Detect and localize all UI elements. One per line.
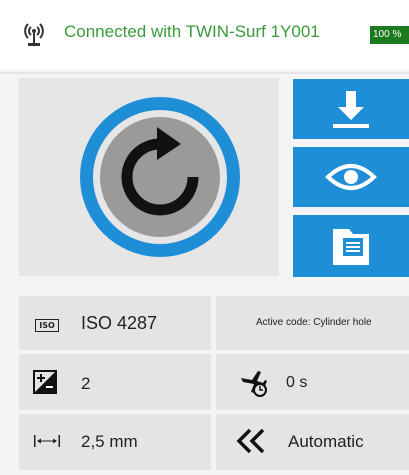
double-chevron-left-icon xyxy=(236,428,265,454)
plus-minus-icon xyxy=(33,370,57,394)
eye-icon xyxy=(325,164,377,190)
status-header: Connected with TWIN-Surf 1Y001 100 % xyxy=(0,0,409,70)
view-button[interactable] xyxy=(293,147,409,207)
length-label: 2,5 mm xyxy=(81,432,138,451)
folder-button[interactable] xyxy=(293,215,409,277)
refresh-icon[interactable] xyxy=(77,94,243,260)
iso-icon: ISO xyxy=(35,319,59,332)
standard-cell[interactable]: ISO ISO 4287 xyxy=(19,296,211,350)
length-cell[interactable]: 2,5 mm xyxy=(19,414,211,470)
count-cell[interactable]: 2 xyxy=(19,354,211,410)
airplane-timer-icon xyxy=(241,371,267,397)
antenna-icon xyxy=(24,23,44,46)
header-divider xyxy=(0,72,409,74)
delay-label: 0 s xyxy=(286,374,308,391)
active-code-cell[interactable]: Active code: Cylinder hole xyxy=(216,296,409,350)
mode-cell[interactable]: Automatic xyxy=(216,414,409,470)
battery-badge: 100 % xyxy=(370,26,409,44)
delay-cell[interactable]: 0 s xyxy=(216,354,409,410)
folder-icon xyxy=(333,229,369,265)
active-code-label: Active code: Cylinder hole xyxy=(256,317,372,328)
refresh-panel xyxy=(19,78,279,276)
standard-label: ISO 4287 xyxy=(81,313,158,333)
download-icon xyxy=(333,91,369,128)
count-label: 2 xyxy=(81,374,91,393)
download-button[interactable] xyxy=(293,79,409,139)
connection-status: Connected with TWIN-Surf 1Y001 xyxy=(64,22,320,41)
mode-label: Automatic xyxy=(288,432,364,451)
measure-length-icon xyxy=(34,435,60,447)
